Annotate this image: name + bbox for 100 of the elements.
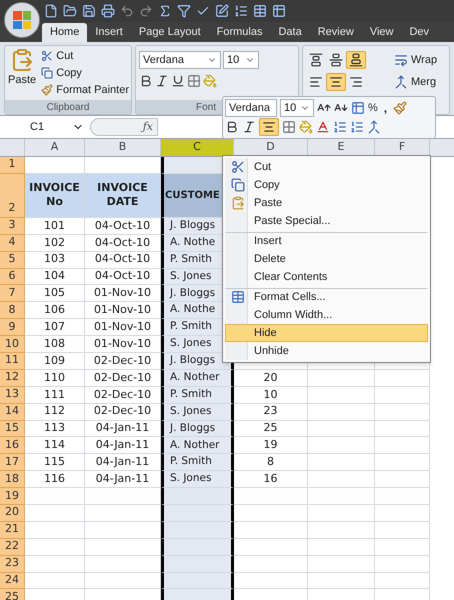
row-header[interactable]: 5 — [0, 252, 25, 269]
column-header[interactable]: C — [161, 139, 234, 156]
percent-button[interactable]: % — [368, 100, 378, 116]
redo-icon[interactable] — [139, 4, 153, 18]
font-name-field[interactable]: Verdana — [225, 99, 277, 117]
font-name-field[interactable]: Verdana — [139, 51, 221, 69]
sigma-icon[interactable] — [158, 4, 172, 18]
table-cell — [308, 437, 375, 454]
row-header[interactable]: 12 — [0, 370, 25, 387]
row-header[interactable]: 2 — [0, 174, 25, 218]
wrap-text-button[interactable]: Wrap — [394, 51, 438, 69]
cut-button[interactable]: Cut — [41, 48, 129, 64]
name-box[interactable]: C1 — [4, 118, 84, 136]
row-header[interactable]: 3 — [0, 218, 25, 235]
row-header[interactable]: 11 — [0, 353, 25, 370]
borders-icon[interactable] — [282, 120, 296, 134]
printer-icon[interactable] — [101, 4, 115, 18]
undo-icon[interactable] — [120, 4, 134, 18]
merge-button[interactable]: Merg — [394, 73, 438, 91]
row-header[interactable]: 25 — [0, 589, 25, 600]
center-align-button[interactable] — [259, 118, 279, 136]
menu-item[interactable]: Hide — [225, 324, 428, 342]
copy-button[interactable]: Copy — [41, 65, 129, 81]
function-icon[interactable]: ƒx — [142, 118, 153, 136]
list-icon[interactable] — [234, 4, 248, 18]
table-cell — [375, 420, 430, 438]
italic-icon[interactable] — [242, 120, 256, 134]
row-header[interactable]: 7 — [0, 285, 25, 302]
merge-icon[interactable] — [367, 120, 381, 134]
filter-icon[interactable] — [177, 4, 191, 18]
vertical-align-button[interactable] — [346, 51, 366, 69]
row-header[interactable]: 17 — [0, 454, 25, 472]
format-icon[interactable] — [351, 101, 365, 115]
new-file-icon[interactable] — [44, 4, 58, 18]
row-header[interactable]: 10 — [0, 336, 25, 354]
font-color-icon[interactable] — [316, 120, 330, 134]
table-cell: 19 — [234, 437, 308, 454]
fill-color-icon[interactable] — [203, 74, 217, 88]
brush-icon — [41, 84, 54, 96]
underline-icon[interactable] — [171, 74, 185, 88]
align-icon — [349, 53, 363, 67]
save-icon[interactable] — [82, 4, 96, 18]
horizontal-align-button[interactable] — [326, 73, 346, 91]
row-header[interactable]: 13 — [0, 386, 25, 404]
borders-icon[interactable] — [187, 74, 201, 88]
edit-icon[interactable] — [215, 4, 229, 18]
table-cell: J. Bloggs — [161, 353, 234, 370]
ribbon-tab[interactable]: Formulas — [208, 23, 270, 42]
italic-icon[interactable] — [155, 74, 169, 88]
paste-button[interactable]: Paste — [7, 48, 38, 100]
row-header[interactable]: 14 — [0, 404, 25, 421]
table-cell: 01-Nov-10 — [85, 285, 161, 302]
table-cell — [308, 404, 375, 421]
ribbon-tab[interactable]: Insert — [87, 23, 131, 42]
font-size-field[interactable]: 10 — [223, 51, 259, 69]
row-header[interactable]: 6 — [0, 268, 25, 286]
decimal-icon[interactable] — [350, 120, 364, 134]
comma-button[interactable]: , — [380, 99, 390, 117]
bold-icon[interactable] — [225, 120, 239, 134]
ribbon-tab[interactable]: Page Layout — [130, 23, 209, 42]
table-cell: 104 — [25, 268, 85, 286]
row-header[interactable]: 20 — [0, 505, 25, 522]
ribbon-tab[interactable]: View — [362, 23, 402, 42]
column-header[interactable]: A — [25, 139, 85, 156]
decimal-icon[interactable] — [333, 120, 347, 134]
row-header[interactable]: 22 — [0, 538, 25, 556]
grid-icon[interactable] — [272, 4, 286, 18]
format-painter-button[interactable]: Format Painter — [41, 82, 129, 98]
fill-color-icon[interactable] — [299, 120, 313, 134]
ribbon-tab[interactable]: Review — [310, 23, 362, 42]
row-header[interactable]: 16 — [0, 437, 25, 454]
row-header[interactable]: 9 — [0, 319, 25, 336]
row-header[interactable]: 21 — [0, 522, 25, 539]
table-cell: 105 — [25, 285, 85, 302]
table-cell: 04-Oct-10 — [85, 268, 161, 286]
table-cell: 01-Nov-10 — [85, 336, 161, 354]
bold-icon[interactable] — [139, 74, 153, 88]
brush-icon[interactable] — [393, 101, 408, 115]
table-cell: 10 — [234, 386, 308, 404]
table-cell: 01-Nov-10 — [85, 302, 161, 320]
row-header[interactable]: 4 — [0, 234, 25, 252]
row-header[interactable]: 15 — [0, 420, 25, 438]
row-header[interactable]: 8 — [0, 302, 25, 320]
font-size-field[interactable]: 10 — [280, 99, 314, 117]
row-header[interactable]: 18 — [0, 471, 25, 488]
table-cell — [375, 471, 430, 488]
ribbon-tab[interactable]: Home — [42, 23, 88, 42]
row-header[interactable]: 19 — [0, 488, 25, 506]
row-header[interactable]: 23 — [0, 556, 25, 573]
table-icon[interactable] — [253, 4, 267, 18]
table-cell — [375, 386, 430, 404]
menu-item[interactable]: Cut — [225, 158, 428, 176]
menu-item[interactable]: Format Cells... — [225, 288, 428, 306]
row-header[interactable]: 1 — [0, 157, 25, 174]
menu-item[interactable]: Insert — [225, 232, 428, 250]
row-header[interactable]: 24 — [0, 572, 25, 590]
folder-icon[interactable] — [63, 4, 77, 18]
ribbon-tab[interactable]: Data — [270, 23, 310, 42]
table-cell: 02-Dec-10 — [85, 386, 161, 404]
ribbon-tab[interactable]: Dev — [401, 23, 438, 42]
